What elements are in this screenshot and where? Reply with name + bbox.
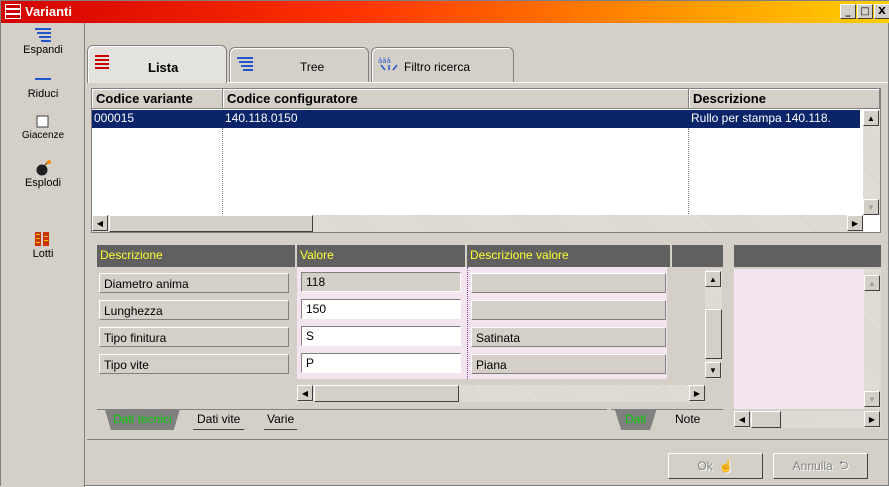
toolbar-lotti-button[interactable]: Lotti	[1, 231, 85, 260]
value-tipo-vite-input[interactable]: P	[301, 353, 461, 373]
svg-text:ǎǎǎ: ǎǎǎ	[378, 57, 391, 65]
bomb-icon	[36, 160, 51, 176]
scroll-up-button[interactable]: ▲	[863, 110, 879, 126]
hscroll-thumb[interactable]	[751, 411, 781, 428]
filter-icon: ǎǎǎ	[378, 57, 398, 71]
column-divider	[467, 267, 468, 379]
col-prop-descrizione[interactable]: Descrizione	[97, 245, 297, 267]
scroll-down-button[interactable]: ▼	[705, 362, 721, 378]
lots-icon	[35, 232, 49, 246]
tab-filtro-ricerca-label: Filtro ricerca	[404, 60, 471, 74]
tree-icon	[237, 57, 253, 71]
tab-lista[interactable]: Lista	[87, 45, 227, 83]
cell-codice-variante: 000015	[94, 111, 135, 125]
scroll-down-button[interactable]: ▼	[864, 391, 880, 407]
col-descrizione[interactable]: Descrizione	[689, 89, 880, 109]
toolbar-giacenze-label: Giacenze	[21, 130, 65, 141]
varianti-grid: Codice variante Codice configuratore Des…	[91, 88, 881, 233]
scroll-left-button[interactable]: ◀	[734, 411, 750, 427]
tab-dati[interactable]: Dati	[615, 410, 657, 430]
prop-lunghezza: Lunghezza	[99, 300, 289, 320]
cell-descrizione: Rullo per stampa 140.118.	[691, 111, 831, 125]
collapse-line-icon	[35, 78, 51, 80]
ok-label: Ok	[697, 459, 713, 473]
col-codice-configuratore[interactable]: Codice configuratore	[223, 89, 689, 109]
footer-divider	[87, 439, 889, 440]
checkbox-icon	[36, 115, 49, 128]
list-icon	[95, 55, 109, 69]
app-list-icon	[5, 4, 21, 19]
grid-header: Codice variante Codice configuratore Des…	[92, 89, 880, 109]
scroll-up-button[interactable]: ▲	[864, 275, 880, 291]
tab-note[interactable]: Note	[667, 410, 708, 430]
thumbs-up-icon: ☝	[718, 459, 734, 473]
scroll-right-button[interactable]: ▶	[689, 385, 705, 401]
value-diametro-anima: 118	[301, 272, 461, 292]
tab-tree[interactable]: Tree	[229, 47, 369, 82]
expand-list-icon	[35, 28, 51, 42]
ok-button[interactable]: Ok ☝	[668, 453, 763, 479]
detail-tabs: Dati Note	[611, 409, 723, 430]
table-row[interactable]: 000015 140.118.0150 Rullo per stampa 140…	[92, 110, 860, 128]
properties-grid: Descrizione Valore Descrizione valore Di…	[97, 245, 723, 403]
title-bar[interactable]: Varianti _ □ X	[1, 1, 889, 23]
value-lunghezza-input[interactable]: 150	[301, 299, 461, 319]
scroll-right-button[interactable]: ▶	[847, 215, 863, 231]
tab-dati-vite[interactable]: Dati vite	[187, 410, 251, 430]
scroll-left-button[interactable]: ◀	[92, 215, 108, 231]
scroll-left-button[interactable]: ◀	[297, 385, 313, 401]
left-toolbar: Espandi Riduci Giacenze Esplodi Lotti	[1, 23, 85, 487]
scroll-down-button[interactable]: ▼	[863, 199, 879, 215]
prop-tipo-vite: Tipo vite	[99, 354, 289, 374]
toolbar-lotti-label: Lotti	[32, 248, 54, 260]
toolbar-espandi-label: Espandi	[23, 44, 63, 56]
hscroll-thumb[interactable]	[109, 215, 313, 232]
desc-value-diametro-anima	[471, 273, 666, 293]
section-tabs: Dati tecnici Dati vite Varie	[97, 409, 607, 430]
toolbar-esplodi-button[interactable]: Esplodi	[1, 160, 85, 189]
toolbar-esplodi-label: Esplodi	[24, 177, 62, 189]
column-divider	[688, 128, 689, 216]
col-prop-descrizione-valore[interactable]: Descrizione valore	[467, 245, 672, 267]
minimize-button[interactable]: _	[840, 4, 856, 19]
prop-tipo-finitura: Tipo finitura	[99, 327, 289, 347]
tab-filtro-ricerca[interactable]: ǎǎǎ Filtro ricerca	[371, 47, 514, 82]
close-button[interactable]: X	[874, 4, 889, 19]
cell-codice-configuratore: 140.118.0150	[225, 111, 298, 125]
undo-arrow-icon: ⮌	[838, 457, 849, 472]
desc-value-tipo-finitura: Satinata	[471, 327, 666, 347]
desc-value-tipo-vite: Piana	[471, 354, 666, 374]
toolbar-riduci-label: Riduci	[27, 88, 59, 100]
col-codice-variante[interactable]: Codice variante	[92, 89, 223, 109]
col-prop-valore[interactable]: Valore	[297, 245, 467, 267]
prop-diametro-anima: Diametro anima	[99, 273, 289, 293]
detail-panel: ▲ ▼ ◀ ▶	[734, 245, 881, 429]
cancel-button[interactable]: Annulla ⮌	[773, 453, 868, 479]
value-tipo-finitura-input[interactable]: S	[301, 326, 461, 346]
toolbar-riduci-button[interactable]: Riduci	[1, 71, 85, 100]
vscroll-thumb[interactable]	[705, 309, 722, 359]
desc-value-lunghezza	[471, 300, 666, 320]
toolbar-giacenze-button[interactable]: Giacenze	[1, 115, 85, 141]
tab-dati-tecnici[interactable]: Dati tecnici	[105, 410, 180, 430]
scroll-up-button[interactable]: ▲	[705, 271, 721, 287]
scroll-right-button[interactable]: ▶	[864, 411, 880, 427]
tab-tree-label: Tree	[300, 60, 325, 74]
toolbar-espandi-button[interactable]: Espandi	[1, 27, 85, 56]
window-title: Varianti	[25, 4, 72, 19]
varianti-window: Varianti _ □ X Espandi Riduci Giacenze E…	[0, 0, 889, 487]
col-prop-extra	[672, 245, 723, 267]
tab-varie[interactable]: Varie	[257, 410, 305, 430]
tab-lista-label: Lista	[148, 60, 179, 75]
column-divider	[222, 128, 223, 216]
detail-header	[734, 245, 881, 267]
detail-body	[734, 269, 864, 409]
hscroll-thumb[interactable]	[314, 385, 459, 402]
maximize-button[interactable]: □	[857, 4, 873, 19]
cancel-label: Annulla	[792, 459, 833, 473]
